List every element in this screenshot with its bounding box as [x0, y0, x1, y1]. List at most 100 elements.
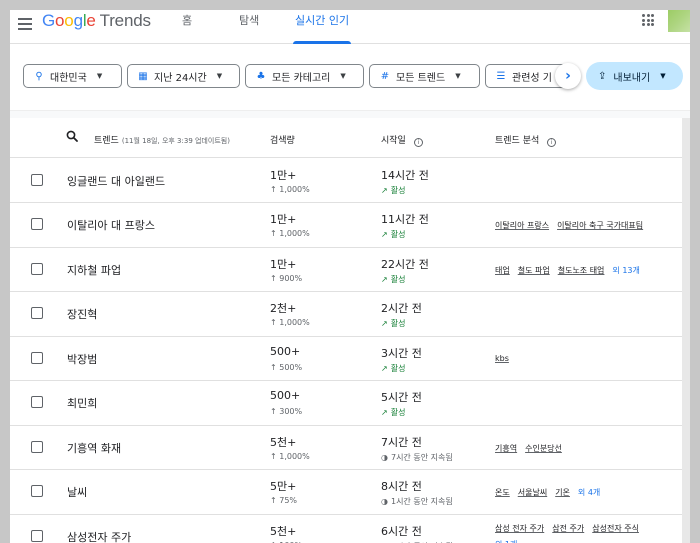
volume-change: ↑ 1,000%	[270, 451, 310, 461]
table-row[interactable]: 잉글랜드 대 아일랜드 1만+ ↑ 1,000% 14시간 전 ↗ 활성	[10, 159, 682, 203]
region-select[interactable]: ⚲ 대한민국 ▼	[23, 64, 122, 88]
status-label: 활성	[390, 274, 406, 284]
table-row[interactable]: 지하철 파업 1만+ ↑ 900% 22시간 전 ↗ 활성 태업 철도 파업 철도노조 태업 외 …	[10, 248, 682, 292]
caret-down-icon: ▼	[340, 72, 346, 80]
breakdown-list: 태업 철도 파업 철도노조 태업 외 13개	[495, 265, 640, 276]
category-shapes-icon: ♣	[256, 70, 266, 82]
trend-term[interactable]: 삼성전자 주가	[67, 529, 131, 543]
row-checkbox[interactable]	[31, 351, 43, 364]
account-avatar[interactable]	[668, 10, 690, 32]
info-icon[interactable]: i	[547, 138, 557, 147]
hamburger-menu-icon[interactable]	[16, 14, 38, 34]
export-label: 내보내기	[613, 72, 651, 84]
breakdown-list: 온도 서울날씨 기온 외 4개	[495, 487, 600, 498]
related-query-link[interactable]: 삼전 주가	[552, 523, 584, 534]
google-trends-logo[interactable]: Google Trends	[42, 11, 151, 31]
logo-letter: G	[42, 11, 56, 30]
trend-term[interactable]: 잉글랜드 대 아일랜드	[67, 173, 165, 189]
info-icon[interactable]: i	[413, 138, 423, 147]
row-checkbox[interactable]	[31, 173, 43, 186]
export-button[interactable]: ⇪ 내보내기 ▼	[586, 62, 683, 90]
table-row[interactable]: 기흥역 화재 5천+ ↑ 1,000% 7시간 전 ◑ 7시간 동안 지속됨 기흥역 수인분당…	[10, 426, 682, 470]
trending-up-icon: ↗	[381, 363, 388, 373]
scrollbar-track[interactable]	[682, 118, 690, 543]
status-label: 활성	[390, 408, 406, 417]
tab-explore[interactable]: 탐색	[239, 12, 259, 44]
trend-term[interactable]: 장진혁	[67, 306, 97, 322]
started-column-header[interactable]: 시작일 i	[381, 133, 423, 147]
related-query-link[interactable]: 수인분당선	[525, 443, 562, 454]
related-query-link[interactable]: 이탈리아 축구 국가대표팀	[557, 220, 643, 231]
table-row[interactable]: 박장범 500+ ↑ 500% 3시간 전 ↗ 활성 kbs	[10, 337, 682, 381]
volume-change: ↑ 1,000%	[270, 318, 310, 327]
related-query-link[interactable]: kbs	[495, 354, 509, 363]
search-icon[interactable]	[66, 130, 78, 142]
table-row[interactable]: 장진혁 2천+ ↑ 1,000% 2시간 전 ↗ 활성	[10, 292, 682, 337]
top-header: Google Trends 홈 탐색 실시간 인기	[10, 10, 690, 44]
table-row[interactable]: 날씨 5만+ ↑ 75% 8시간 전 ◑ 1시간 동안 지속됨 온도 서울날씨 기온 외 4개	[10, 470, 682, 515]
trend-term[interactable]: 지하철 파업	[67, 262, 121, 278]
related-query-link[interactable]: 태업	[495, 265, 510, 276]
more-link[interactable]: 외 1개	[495, 539, 517, 543]
sort-select[interactable]: ☰ 관련성 기	[485, 64, 565, 88]
location-pin-icon: ⚲	[35, 70, 43, 82]
trend-term[interactable]: 날씨	[67, 484, 87, 500]
table-row[interactable]: 최민희 500+ ↑ 300% 5시간 전 ↗ 활성	[10, 381, 682, 426]
trending-up-icon: ↗	[381, 274, 388, 284]
trending-up-icon: ↗	[381, 408, 388, 417]
row-checkbox[interactable]	[31, 529, 43, 542]
table-row[interactable]: 이탈리아 대 프랑스 1만+ ↑ 1,000% 11시간 전 ↗ 활성 이탈리아 프랑스 이탈…	[10, 203, 682, 248]
related-query-link[interactable]: 기온	[555, 487, 570, 498]
started-time: 8시간 전	[381, 480, 422, 493]
breakdown-list: 이탈리아 프랑스 이탈리아 축구 국가대표팀	[495, 220, 643, 231]
separator	[10, 110, 690, 118]
more-link[interactable]: 외 4개	[578, 487, 600, 498]
trend-type-select[interactable]: # 모든 트렌드 ▼	[369, 64, 480, 88]
trend-status: ↗ 활성	[381, 185, 405, 196]
logo-letter: o	[55, 11, 65, 30]
related-query-link[interactable]: 기흥역	[495, 443, 517, 454]
related-query-link[interactable]: 이탈리아 프랑스	[495, 220, 549, 231]
volume-change: ↑ 900%	[270, 273, 303, 283]
related-query-link[interactable]: 철도노조 태업	[558, 265, 605, 276]
hashtag-icon: #	[380, 70, 390, 82]
search-volume: 2천+	[270, 302, 297, 315]
row-checkbox[interactable]	[31, 440, 43, 453]
trend-term[interactable]: 이탈리아 대 프랑스	[67, 217, 155, 233]
breakdown-list: kbs	[495, 354, 509, 363]
trend-term[interactable]: 박장범	[67, 351, 97, 367]
volume-change: ↑ 1,000%	[270, 229, 310, 238]
table-row[interactable]: 삼성전자 주가5천+↑ 100%6시간 전◑1시간 동안 지속됨삼성 전자 주가…	[10, 515, 682, 543]
time-range-select[interactable]: ▦ 지난 24시간 ▼	[127, 64, 240, 88]
started-header-label: 시작일	[381, 136, 406, 146]
row-checkbox[interactable]	[31, 396, 43, 408]
category-label: 모든 카테고리	[272, 72, 331, 84]
row-checkbox[interactable]	[31, 218, 43, 230]
search-volume: 5천+	[270, 524, 297, 538]
volume-column-header[interactable]: 검색량	[270, 133, 295, 146]
trending-up-icon: ↗	[381, 230, 388, 239]
row-checkbox[interactable]	[31, 485, 43, 497]
row-checkbox[interactable]	[31, 307, 43, 319]
search-volume: 5천+	[270, 435, 297, 449]
trend-term[interactable]: 기흥역 화재	[67, 440, 121, 456]
scroll-right-chevron-icon[interactable]: ›	[555, 63, 581, 89]
related-query-link[interactable]: 서울날씨	[518, 487, 547, 498]
related-query-link[interactable]: 온도	[495, 487, 510, 498]
tab-trending-now[interactable]: 실시간 인기	[292, 12, 352, 44]
trend-term[interactable]: 최민희	[67, 395, 97, 411]
search-volume: 1만+	[270, 257, 297, 271]
category-select[interactable]: ♣ 모든 카테고리 ▼	[245, 64, 364, 88]
logo-letter: o	[64, 11, 74, 30]
row-checkbox[interactable]	[31, 262, 43, 275]
related-query-link[interactable]: 삼성 전자 주가	[495, 523, 544, 534]
tab-home[interactable]: 홈	[182, 12, 192, 44]
share-upload-icon: ⇪	[598, 70, 607, 82]
trending-up-icon: ↗	[381, 185, 388, 195]
related-query-link[interactable]: 삼성전자 주식	[592, 523, 639, 534]
more-link[interactable]: 외 13개	[612, 265, 639, 276]
search-volume: 1만+	[270, 168, 297, 182]
google-apps-icon[interactable]	[642, 14, 654, 26]
related-query-link[interactable]: 철도 파업	[518, 265, 550, 276]
volume-change: ↑ 300%	[270, 407, 303, 416]
